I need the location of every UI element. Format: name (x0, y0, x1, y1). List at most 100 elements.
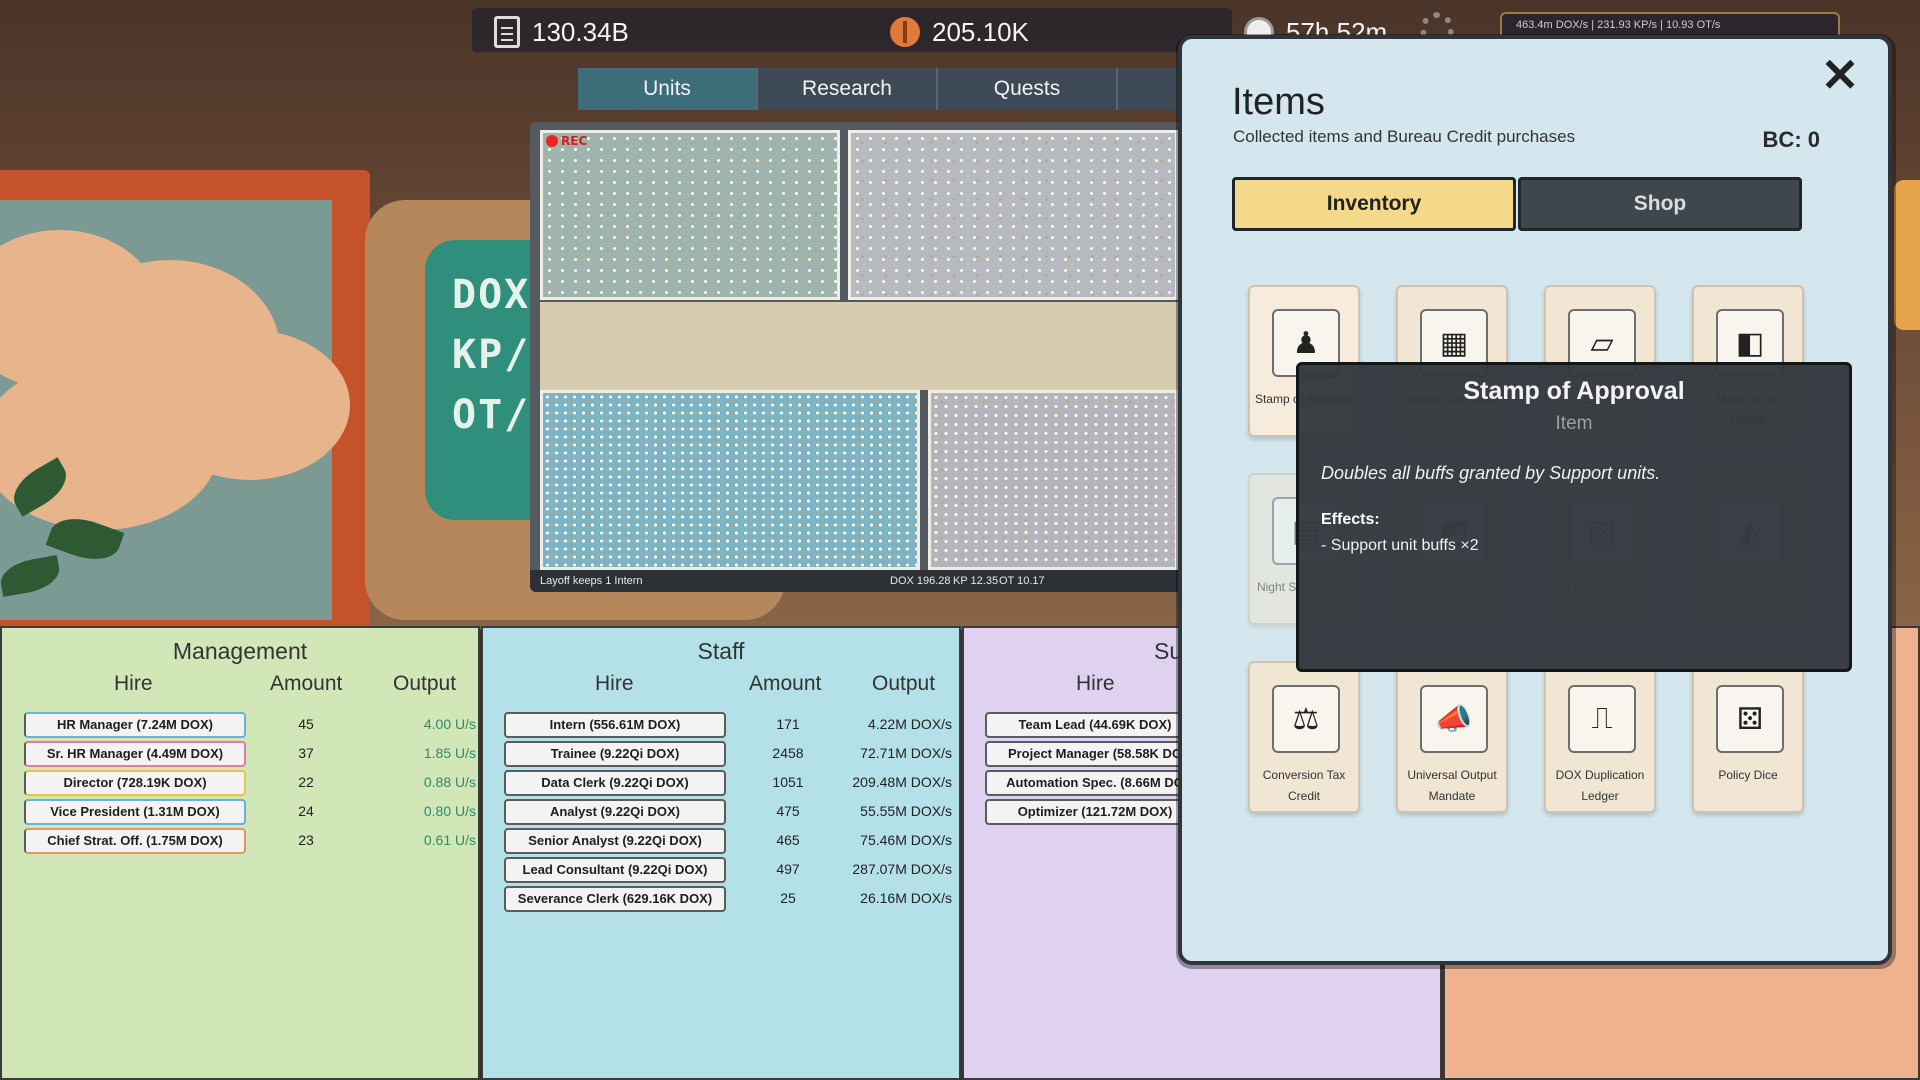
hire-button[interactable]: Project Manager (58.58K DO (985, 741, 1205, 767)
unit-amount: 2458 (772, 745, 804, 761)
hire-button[interactable]: Team Lead (44.69K DOX) (985, 712, 1205, 738)
unit-output: 209.48M DOX/s (852, 774, 952, 790)
hire-button[interactable]: Trainee (9.22Qi DOX) (504, 741, 726, 767)
hire-button[interactable]: Data Clerk (9.22Qi DOX) (504, 770, 726, 796)
item-card[interactable]: ⚖ Conversion Tax Credit (1248, 661, 1360, 813)
unit-output: 287.07M DOX/s (852, 861, 952, 877)
scale-icon: ⚖ (1272, 685, 1340, 753)
item-name: Policy Dice (1718, 768, 1778, 782)
tab-research[interactable]: Research (758, 68, 938, 110)
unit-amount: 24 (298, 803, 314, 819)
unit-row: Chief Strat. Off. (1.75M DOX) 23 0.61 U/s (24, 828, 476, 854)
column-amount: Amount (270, 672, 343, 695)
hire-button[interactable]: Automation Spec. (8.66M DO (985, 770, 1205, 796)
bureau-credit-balance: BC: 0 (1762, 127, 1820, 152)
unit-amount: 1051 (772, 774, 804, 790)
unit-amount: 22 (298, 774, 314, 790)
panel-title: Staff (697, 638, 745, 664)
office-status-dox: DOX 196.28 (890, 575, 951, 587)
item-name: DOX Duplication Ledger (1555, 768, 1645, 803)
unit-row: Severance Clerk (629.16K DOX) 25 26.16M DO… (504, 886, 952, 912)
hire-button[interactable]: Severance Clerk (629.16K DOX) (504, 886, 726, 912)
unit-output: 75.46M DOX/s (860, 832, 952, 848)
unit-output: 0.88 U/s (423, 774, 476, 790)
close-icon[interactable]: ✕ (1818, 52, 1862, 98)
hire-button[interactable]: Sr. HR Manager (4.49M DOX) (24, 741, 246, 767)
office-status-note: Layoff keeps 1 Intern (540, 575, 643, 587)
hire-button[interactable]: Lead Consultant (9.22Qi DOX) (504, 857, 726, 883)
modal-title: Items (1232, 81, 1325, 123)
unit-output: 55.55M DOX/s (860, 803, 952, 819)
hire-button[interactable]: Vice President (1.31M DOX) (24, 799, 246, 825)
item-card[interactable]: ⚄ Policy Dice (1692, 661, 1804, 813)
unit-amount: 37 (298, 745, 314, 761)
office-room (928, 390, 1178, 570)
knowledge-value: 205.10K (932, 16, 1029, 47)
hire-button[interactable]: Intern (556.61M DOX) (504, 712, 726, 738)
unit-output: 1.85 U/s (423, 745, 476, 761)
item-card[interactable]: 📣 Universal Output Mandate (1396, 661, 1508, 813)
office-room (540, 390, 920, 570)
recording-indicator: REC (546, 134, 587, 148)
office-viewport[interactable]: REC Layoff keeps 1 Intern DOX 196.28 KP … (530, 122, 1190, 592)
unit-amount: 171 (776, 716, 800, 732)
documents-value: 130.34B (532, 16, 629, 47)
tab-quests[interactable]: Quests (938, 68, 1118, 110)
tab-shop[interactable]: Shop (1518, 177, 1802, 231)
tooltip-description: Doubles all buffs granted by Support uni… (1321, 463, 1661, 483)
hire-button[interactable]: Chief Strat. Off. (1.75M DOX) (24, 828, 246, 854)
hire-button[interactable]: Director (728.19K DOX) (24, 770, 246, 796)
hire-button[interactable]: HR Manager (7.24M DOX) (24, 712, 246, 738)
tooltip-effect: - Support unit buffs ×2 (1321, 537, 1479, 554)
tooltip-title: Stamp of Approval (1463, 377, 1685, 405)
office-room (848, 130, 1178, 300)
hire-button[interactable]: Senior Analyst (9.22Qi DOX) (504, 828, 726, 854)
unit-amount: 475 (776, 803, 800, 819)
unit-row: Lead Consultant (9.22Qi DOX) 497 287.07M D… (504, 857, 952, 883)
unit-output: 72.71M DOX/s (860, 745, 952, 761)
column-hire: Hire (1076, 672, 1115, 695)
documents-counter: 130.34B (494, 10, 629, 54)
side-panel-tab[interactable] (1894, 180, 1920, 330)
tab-inventory[interactable]: Inventory (1232, 177, 1516, 231)
megaphone-icon: 📣 (1420, 685, 1488, 753)
tab-units[interactable]: Units (578, 68, 758, 110)
monitor-line-kp: KP/ (452, 332, 531, 378)
column-hire: Hire (114, 672, 153, 695)
item-name: Universal Output Mandate (1407, 768, 1497, 803)
column-output: Output (393, 672, 457, 695)
modal-subtitle: Collected items and Bureau Credit purcha… (1233, 127, 1576, 146)
unit-output: 26.16M DOX/s (860, 890, 952, 906)
monitor-line-ot: OT/ (452, 392, 531, 438)
hire-button[interactable]: Optimizer (121.72M DOX) (985, 799, 1205, 825)
unit-amount: 465 (776, 832, 800, 848)
management-panel: Management Hire Amount Output HR Manager… (0, 626, 480, 1080)
column-hire: Hire (595, 672, 634, 695)
item-name: Conversion Tax Credit (1262, 768, 1346, 803)
unit-amount: 45 (298, 716, 314, 732)
knowledge-counter: 205.10K (890, 10, 1029, 54)
dice-icon: ⚄ (1716, 685, 1784, 753)
column-output: Output (872, 672, 936, 695)
office-room (540, 130, 840, 300)
brain-icon (890, 17, 920, 47)
unit-row: Vice President (1.31M DOX) 24 0.80 U/s (24, 799, 476, 825)
unit-output: 4.22M DOX/s (867, 716, 952, 732)
unit-row: Data Clerk (9.22Qi DOX) 1051 209.48M DOX/s (504, 770, 952, 796)
binder-clip-icon: ⎍ (1568, 685, 1636, 753)
column-amount: Amount (749, 672, 822, 695)
unit-row: Senior Analyst (9.22Qi DOX) 465 75.46M DOX… (504, 828, 952, 854)
item-card[interactable]: ⎍ DOX Duplication Ledger (1544, 661, 1656, 813)
office-status-ot: OT 10.17 (999, 575, 1045, 587)
office-status-bar: Layoff keeps 1 Intern DOX 196.28 KP 12.3… (530, 570, 1190, 592)
tooltip-effects-label: Effects: (1321, 511, 1380, 528)
hire-button[interactable]: Analyst (9.22Qi DOX) (504, 799, 726, 825)
unit-row: Director (728.19K DOX) 22 0.88 U/s (24, 770, 476, 796)
record-icon (546, 135, 558, 147)
item-tooltip: Stamp of Approval Item Doubles all buffs… (1296, 362, 1852, 672)
unit-row: HR Manager (7.24M DOX) 45 4.00 U/s (24, 712, 476, 738)
unit-output: 4.00 U/s (423, 716, 476, 732)
unit-amount: 23 (298, 832, 314, 848)
unit-row: Trainee (9.22Qi DOX) 2458 72.71M DOX/s (504, 741, 952, 767)
unit-row: Intern (556.61M DOX) 171 4.22M DOX/s (504, 712, 952, 738)
